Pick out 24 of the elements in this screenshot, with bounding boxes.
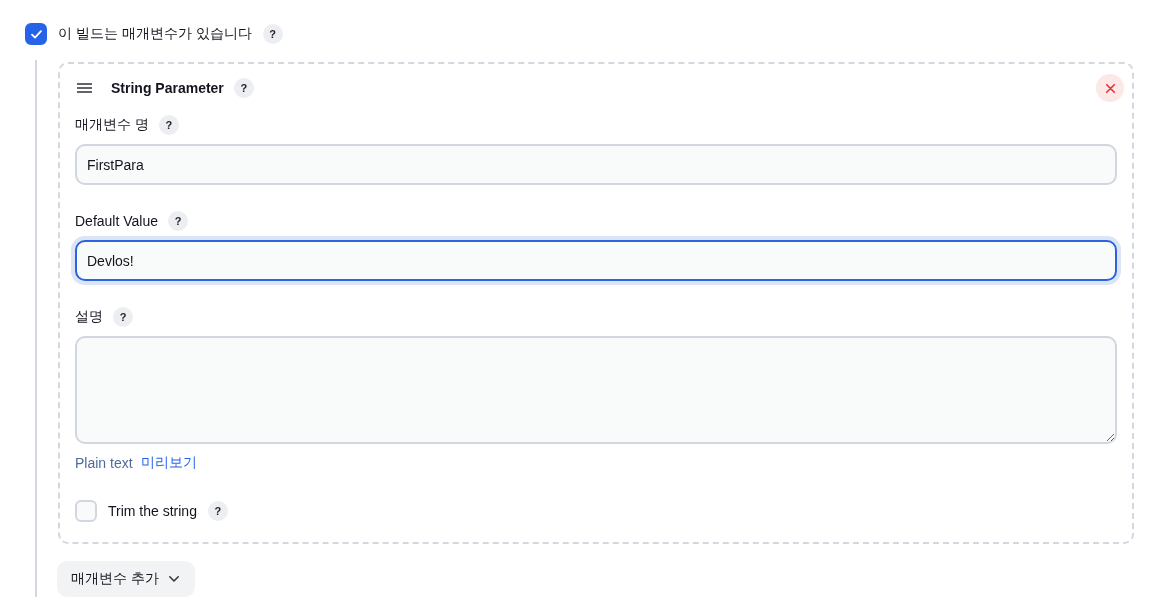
format-label: Plain text [75,455,133,471]
help-button[interactable]: ? [233,78,254,98]
preview-link[interactable]: 미리보기 [140,454,197,472]
check-icon [30,29,42,39]
checkbox-label: Trim the string [108,503,197,519]
close-button[interactable] [1096,74,1124,102]
checkbox[interactable] [25,23,47,45]
text-field[interactable]: FirstPara [75,144,1117,185]
field-label: 매개변수 명 [75,116,149,134]
parameter-title: String Parameter [111,80,224,96]
close-icon [1105,83,1115,93]
help-button[interactable]: ? [113,307,133,327]
chevron-down-icon [168,576,179,582]
help-button[interactable]: ? [207,501,228,521]
drag-handle-icon[interactable] [77,83,92,93]
help-button[interactable]: ? [262,24,283,44]
add-parameter-button[interactable]: 매개변수 추가 [57,561,195,597]
help-button[interactable]: ? [158,115,179,135]
checkbox-label: 이 빌드는 매개변수가 있습니다 [58,25,252,43]
help-button[interactable]: ? [168,211,188,231]
text-field[interactable]: Devlos! [75,240,1117,281]
field-label: Default Value [75,213,158,229]
description-field[interactable] [75,336,1117,444]
field-label: 설명 [75,308,103,326]
